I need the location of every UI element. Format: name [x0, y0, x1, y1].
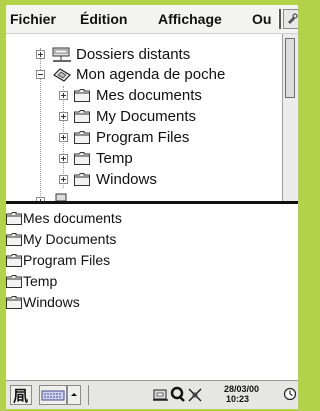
tree-scrollbar[interactable] — [282, 34, 298, 201]
tree-item-windows[interactable]: Windows — [6, 170, 282, 190]
folder-icon — [6, 233, 22, 251]
folder-icon — [74, 89, 90, 107]
folder-icon — [6, 212, 22, 230]
tree-item-my-documents[interactable]: My Documents — [6, 107, 282, 127]
tree-item-dossiers-distants[interactable]: Dossiers distants — [6, 45, 282, 65]
clock-time: 10:23 — [226, 394, 250, 404]
folder-icon — [74, 173, 90, 191]
folder-icon — [6, 275, 22, 293]
menu-bar: Fichier Édition Affichage Ou — [6, 5, 298, 34]
folder-icon — [74, 152, 90, 170]
taskbar-divider — [88, 385, 89, 405]
list-item-label: Windows — [23, 294, 80, 310]
tree-item-label: Temp — [96, 150, 133, 167]
start-icon: 凬 — [13, 387, 28, 403]
folder-icon — [6, 254, 22, 272]
network-icon — [54, 193, 70, 201]
expand-toggle[interactable] — [59, 91, 68, 100]
input-arrow-icon — [71, 393, 77, 396]
tree-item-mon-agenda-de-poche[interactable]: Mon agenda de poche — [6, 65, 282, 85]
folder-icon — [74, 131, 90, 149]
pc-connection-icon[interactable] — [152, 387, 170, 403]
explorer-window: Fichier Édition Affichage Ou Dossiers di… — [6, 5, 298, 409]
list-item-label: Temp — [23, 273, 58, 289]
tree-item-temp[interactable]: Temp — [6, 149, 282, 169]
list-item[interactable]: Temp — [6, 272, 206, 292]
toolbar-overflow-button[interactable] — [283, 9, 298, 29]
clock-date: 28/03/00 — [224, 384, 260, 394]
keyboard-button[interactable] — [39, 385, 67, 405]
scroll-thumb[interactable] — [285, 38, 295, 98]
satellite-icon[interactable] — [187, 387, 205, 403]
file-list: Mes documents My Documents Program Files… — [6, 204, 298, 378]
menu-affichage[interactable]: Affichage — [158, 11, 222, 27]
list-item-label: My Documents — [23, 231, 117, 247]
svg-text:凬: 凬 — [13, 387, 28, 403]
keyboard-icon — [41, 390, 65, 401]
folder-icon — [74, 110, 90, 128]
expand-toggle[interactable] — [59, 175, 68, 184]
collapse-toggle[interactable] — [36, 70, 45, 79]
tree-item-label: Windows — [96, 171, 157, 188]
tree-item-mes-documents[interactable]: Mes documents — [6, 86, 282, 106]
folder-icon — [6, 296, 22, 314]
tree-item-program-files[interactable]: Program Files — [6, 128, 282, 148]
input-method-arrow[interactable] — [67, 385, 81, 405]
expand-toggle[interactable] — [59, 112, 68, 121]
expand-toggle[interactable] — [59, 154, 68, 163]
search-icon[interactable] — [170, 385, 186, 403]
tree-item-label: Mes documents — [96, 87, 202, 104]
list-item[interactable]: My Documents — [6, 230, 206, 250]
list-item-label: Mes documents — [23, 210, 122, 226]
expand-toggle[interactable] — [36, 50, 45, 59]
menu-fichier[interactable]: Fichier — [10, 11, 56, 27]
list-item[interactable]: Windows — [6, 293, 206, 313]
taskbar: 凬 28/03/00 10:23 — [6, 380, 298, 409]
list-item[interactable]: Mes documents — [6, 209, 206, 229]
tree-item-cutoff[interactable] — [6, 192, 282, 201]
folder-tree: Dossiers distants Mon agenda de poche Me… — [6, 34, 282, 201]
menu-edition[interactable]: Édition — [80, 11, 127, 27]
list-item-label: Program Files — [23, 252, 111, 268]
menu-separator — [278, 9, 281, 29]
tree-item-label: Program Files — [96, 129, 190, 146]
toolbar-tool-icon — [288, 13, 298, 24]
tree-item-label: Dossiers distants — [76, 46, 191, 63]
tree-item-label: My Documents — [96, 108, 197, 125]
clock-icon[interactable] — [283, 387, 297, 401]
list-item[interactable]: Program Files — [6, 251, 206, 271]
menu-outils[interactable]: Ou — [252, 11, 271, 27]
start-button[interactable]: 凬 — [10, 385, 32, 405]
expand-toggle[interactable] — [59, 133, 68, 142]
tree-item-label: Mon agenda de poche — [76, 66, 226, 83]
